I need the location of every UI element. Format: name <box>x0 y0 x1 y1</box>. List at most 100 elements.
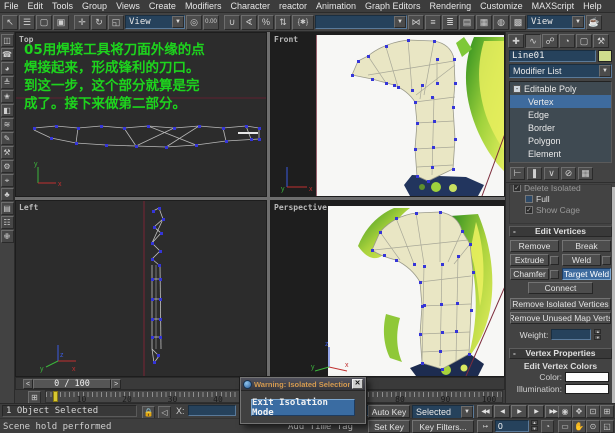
menu-item-maxscript[interactable]: MAXScript <box>532 1 575 11</box>
angle-snap-icon[interactable]: ∢ <box>241 15 257 30</box>
select-by-name-icon[interactable]: ☰ <box>19 15 35 30</box>
edit-vertices-rollout-header[interactable]: - Edit Vertices <box>509 226 612 237</box>
weld-settings-icon[interactable] <box>602 256 611 265</box>
zoom-extents-all-icon[interactable]: ⊞ <box>600 405 614 418</box>
min-max-toggle-icon[interactable]: ◱ <box>600 420 614 433</box>
stack-item-editable-poly[interactable]: - Editable Poly <box>510 82 611 95</box>
material-editor-icon[interactable]: ◍ <box>493 15 509 30</box>
snap-toggle-3d-icon[interactable]: ∪ <box>224 15 240 30</box>
previous-frame-button[interactable]: ◀ <box>494 405 510 418</box>
hierarchy-tab-icon[interactable]: ☍ <box>542 34 558 48</box>
break-button[interactable]: Break <box>562 240 611 252</box>
weight-spinner[interactable]: ▲▼ <box>594 329 601 340</box>
reference-coordinate-dropdown[interactable]: View ▼ <box>125 15 185 29</box>
left-tool-4-icon[interactable]: ≜ <box>1 76 14 89</box>
connect-button[interactable]: Connect <box>528 282 593 294</box>
quick-render-teapot-icon[interactable]: ☕ <box>586 15 602 30</box>
collapse-icon[interactable]: - <box>513 85 521 93</box>
schematic-view-icon[interactable]: ▦ <box>476 15 492 30</box>
full-checkbox[interactable]: Full <box>513 193 608 204</box>
spinner-snap-icon[interactable]: ⇅ <box>275 15 291 30</box>
scale-icon[interactable]: ◱ <box>108 15 124 30</box>
curve-editor-icon[interactable]: ▤ <box>459 15 475 30</box>
left-tool-1-icon[interactable]: ◫ <box>1 34 14 47</box>
stack-item-element[interactable]: Element <box>510 147 611 160</box>
move-icon[interactable]: ✛ <box>74 15 90 30</box>
weight-field[interactable] <box>551 329 591 340</box>
remove-unused-map-verts-button[interactable]: Remove Unused Map Verts <box>510 312 611 324</box>
left-tool-5-icon[interactable]: ✬ <box>1 90 14 103</box>
modify-tab-icon[interactable]: ∿ <box>525 34 541 48</box>
zoom-icon[interactable]: ◉ <box>558 405 572 418</box>
chevron-down-icon[interactable]: ▼ <box>572 16 584 28</box>
remove-isolated-vertices-button[interactable]: Remove Isolated Vertices <box>510 298 611 310</box>
next-frame-button[interactable]: ▶ <box>528 405 544 418</box>
layer-manager-icon[interactable]: ≣ <box>442 15 458 30</box>
motion-tab-icon[interactable]: ◔ <box>559 34 575 48</box>
percent-snap-icon[interactable]: % <box>258 15 274 30</box>
use-pivot-center-icon[interactable]: ◎ <box>186 15 202 30</box>
selection-set-dropdown[interactable]: Selected ▼ <box>412 405 474 419</box>
menu-item-character[interactable]: Character <box>230 1 270 11</box>
key-mode-toggle-icon[interactable]: ↦ <box>477 420 493 433</box>
chevron-down-icon[interactable]: ▼ <box>461 406 473 418</box>
configure-modifier-sets-icon[interactable]: ▦ <box>578 167 593 180</box>
menu-item-rendering[interactable]: Rendering <box>430 1 472 11</box>
utilities-tab-icon[interactable]: ⚒ <box>593 34 609 48</box>
close-icon[interactable]: ✕ <box>352 379 363 389</box>
left-tool-6-icon[interactable]: ◧ <box>1 104 14 117</box>
viewport-front[interactable]: Front <box>270 32 505 197</box>
extrude-settings-icon[interactable] <box>550 256 559 265</box>
extrude-button[interactable]: Extrude <box>510 254 549 266</box>
stack-item-vertex[interactable]: Vertex <box>510 95 611 108</box>
vertex-properties-rollout-header[interactable]: - Vertex Properties <box>509 348 612 359</box>
chamfer-button[interactable]: Chamfer <box>510 268 549 280</box>
left-tool-13-icon[interactable]: ▤ <box>1 202 14 215</box>
left-tool-15-icon[interactable]: ✙ <box>1 230 14 243</box>
illumination-swatch[interactable] <box>565 384 609 394</box>
left-tool-10-icon[interactable]: ⚙ <box>1 160 14 173</box>
zoom-all-icon[interactable]: ✥ <box>572 405 586 418</box>
viewport-left[interactable]: Left <box>15 200 267 377</box>
pan-icon[interactable]: ✋ <box>572 420 586 433</box>
prev-frame-arrow[interactable]: < <box>23 379 33 389</box>
named-selection-sets-dropdown[interactable]: ▼ <box>315 15 407 29</box>
region-zoom-icon[interactable]: ▭ <box>558 420 572 433</box>
target-weld-button[interactable]: Target Weld <box>562 268 611 280</box>
render-setup-icon[interactable]: ▩ <box>510 15 526 30</box>
left-tool-7-icon[interactable]: ≋ <box>1 118 14 131</box>
next-frame-arrow[interactable]: > <box>111 379 121 389</box>
object-color-swatch[interactable] <box>598 50 612 62</box>
menu-item-modifiers[interactable]: Modifiers <box>185 1 222 11</box>
render-type-dropdown[interactable]: View ▼ <box>527 15 585 29</box>
selection-filter-icon[interactable]: ▣ <box>53 15 69 30</box>
chevron-down-icon[interactable]: ▼ <box>172 16 184 28</box>
menu-item-help[interactable]: Help <box>583 1 602 11</box>
frame-spinner[interactable]: ▲▼ <box>531 420 538 431</box>
left-tool-9-icon[interactable]: ⚒ <box>1 146 14 159</box>
go-to-start-button[interactable]: ◀◀ <box>477 405 493 418</box>
display-tab-icon[interactable]: ▢ <box>576 34 592 48</box>
left-tool-2-icon[interactable]: ☎ <box>1 48 14 61</box>
left-tool-8-icon[interactable]: ✎ <box>1 132 14 145</box>
align-icon[interactable]: ≡ <box>425 15 441 30</box>
zoom-extents-selected-icon[interactable]: ⊙ <box>586 420 600 433</box>
edit-keyboard-shortcuts-icon[interactable]: {✱} <box>292 15 314 30</box>
play-button[interactable]: ▶ <box>511 405 527 418</box>
menu-item-animation[interactable]: Animation <box>316 1 356 11</box>
vertex-color-swatch[interactable] <box>565 372 609 382</box>
left-tool-11-icon[interactable]: ⌖ <box>1 174 14 187</box>
left-tool-3-icon[interactable]: ◕ <box>1 62 14 75</box>
dialog-title-bar[interactable]: Warning: Isolated Selection ✕ <box>241 378 365 391</box>
menu-item-edit[interactable]: Edit <box>28 1 44 11</box>
remove-button[interactable]: Remove <box>510 240 559 252</box>
stack-item-polygon[interactable]: Polygon <box>510 134 611 147</box>
time-slider-thumb[interactable]: < 0 / 100 > <box>23 379 121 389</box>
set-key-button[interactable]: Set Key <box>368 420 410 433</box>
zoom-extents-icon[interactable]: ⊡ <box>586 405 600 418</box>
create-tab-icon[interactable]: ✚ <box>508 34 524 48</box>
object-name-field[interactable]: Line01 <box>509 50 596 62</box>
menu-item-tools[interactable]: Tools <box>52 1 73 11</box>
left-tool-12-icon[interactable]: ♣ <box>1 188 14 201</box>
menu-item-graph-editors[interactable]: Graph Editors <box>365 1 421 11</box>
